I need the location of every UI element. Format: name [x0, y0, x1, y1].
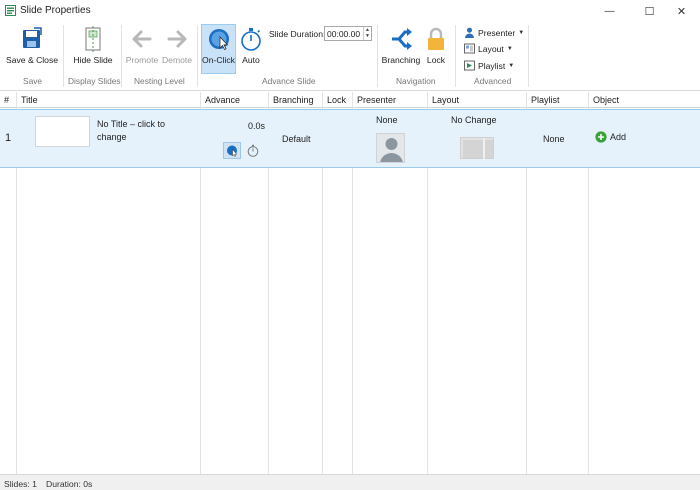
auto-label: Auto	[242, 55, 260, 65]
stopwatch-icon	[241, 28, 261, 51]
column-header-branching[interactable]: Branching	[273, 95, 314, 105]
add-object-button[interactable]: Add	[595, 131, 626, 143]
plus-circle-icon	[595, 131, 607, 143]
close-button[interactable]: ✕	[659, 0, 700, 22]
playlist-dropdown[interactable]: Playlist ▼	[464, 60, 514, 71]
layout-label: Layout	[478, 43, 504, 54]
group-label-display-slides: Display Slides	[68, 76, 121, 86]
promote-button[interactable]: Promote	[126, 26, 158, 65]
maximize-icon: ☐	[644, 5, 655, 18]
arrow-right-icon	[167, 30, 187, 48]
divider	[377, 25, 378, 87]
column-header-object[interactable]: Object	[593, 95, 619, 105]
slide-properties-icon	[5, 5, 16, 16]
slide-title[interactable]: No Title – click to change	[97, 118, 187, 144]
divider	[455, 25, 456, 87]
group-label-nesting-level: Nesting Level	[134, 76, 185, 86]
save-icon	[23, 27, 42, 48]
hide-slide-label: Hide Slide	[73, 55, 113, 65]
minimize-button[interactable]: —	[587, 0, 632, 22]
save-close-label: Save & Close	[5, 55, 59, 65]
minimize-icon: —	[604, 5, 615, 17]
group-label-save: Save	[23, 76, 43, 86]
hide-slide-button[interactable]: Hide Slide	[71, 26, 115, 65]
slides-count: Slides: 1	[4, 479, 37, 489]
advance-auto-toggle[interactable]	[246, 143, 260, 158]
chevron-down-icon: ▼	[506, 45, 513, 52]
chevron-down-icon: ▼	[518, 29, 525, 36]
status-bar: Slides: 1 Duration: 0s	[0, 474, 700, 490]
column-header-layout[interactable]: Layout	[432, 95, 459, 105]
group-label-advanced: Advanced	[474, 76, 512, 86]
on-click-label: On-Click	[202, 55, 235, 65]
branching-value[interactable]: Default	[282, 134, 311, 144]
advance-value: 0.0s	[248, 121, 266, 131]
demote-button[interactable]: Demote	[161, 26, 193, 65]
column-header-playlist[interactable]: Playlist	[531, 95, 560, 105]
layout-value[interactable]: No Change	[451, 115, 497, 125]
row-number: 1	[5, 132, 12, 144]
layout-preview[interactable]	[460, 137, 494, 160]
divider	[528, 25, 529, 87]
group-label-advance-slide: Advance Slide	[262, 76, 316, 86]
grid-header: # Title Advance Branching Lock Presenter…	[0, 92, 700, 108]
lock-label: Lock	[426, 55, 446, 65]
column-header-lock[interactable]: Lock	[327, 95, 346, 105]
column-header-presenter[interactable]: Presenter	[357, 95, 396, 105]
slide-duration-spinner[interactable]: ▲ ▼	[363, 27, 371, 40]
promote-label: Promote	[125, 55, 159, 65]
presenter-dropdown[interactable]: Presenter ▼	[464, 27, 524, 38]
layout-placeholder-icon	[463, 138, 493, 160]
group-label-navigation: Navigation	[396, 76, 436, 86]
slide-properties-window: Slide Properties — ☐ ✕ Save & Close Save	[0, 0, 700, 490]
playlist-icon	[464, 60, 475, 71]
add-object-label: Add	[610, 132, 627, 142]
close-icon: ✕	[676, 5, 687, 18]
title-bar: Slide Properties — ☐ ✕	[0, 0, 700, 22]
slide-duration-input[interactable]: 00:00.00 ▲ ▼	[324, 26, 372, 41]
layout-icon	[464, 43, 475, 54]
arrow-left-icon	[132, 30, 152, 48]
on-click-button[interactable]: On-Click	[201, 26, 236, 65]
branching-label: Branching	[381, 55, 421, 65]
branching-icon	[392, 28, 412, 50]
slide-duration-value: 00:00.00	[327, 29, 361, 39]
save-close-button[interactable]: Save & Close	[6, 26, 58, 65]
presenter-label: Presenter	[478, 27, 516, 38]
lock-button[interactable]: Lock	[424, 26, 448, 65]
person-icon	[465, 27, 474, 38]
person-placeholder-icon	[380, 138, 403, 162]
advance-on-click-toggle[interactable]	[223, 142, 241, 159]
total-duration: Duration: 0s	[46, 479, 93, 489]
mouse-click-icon	[208, 29, 229, 51]
chevron-down-icon: ▼	[508, 62, 515, 69]
auto-button[interactable]: Auto	[238, 26, 264, 65]
playlist-value[interactable]: None	[543, 134, 565, 144]
slide-duration-label: Slide Duration:	[269, 29, 326, 39]
column-header-advance[interactable]: Advance	[205, 95, 240, 105]
column-header-title[interactable]: Title	[21, 95, 38, 105]
demote-label: Demote	[161, 55, 193, 65]
column-header-number[interactable]: #	[4, 95, 9, 105]
spinner-down-icon[interactable]: ▼	[364, 33, 371, 39]
ribbon: Save & Close Save Hide Slide Display Sli…	[0, 22, 700, 91]
stopwatch-icon	[247, 144, 259, 157]
presenter-avatar[interactable]	[376, 133, 405, 163]
window-title: Slide Properties	[20, 5, 91, 16]
divider	[63, 25, 64, 87]
divider	[121, 25, 122, 87]
hide-slide-icon	[85, 26, 101, 52]
branching-button[interactable]: Branching	[380, 26, 422, 65]
slide-thumbnail[interactable]	[35, 116, 90, 147]
mouse-click-icon	[227, 145, 238, 157]
presenter-value[interactable]: None	[376, 115, 398, 125]
layout-dropdown[interactable]: Layout ▼	[464, 43, 513, 54]
divider	[197, 25, 198, 87]
lock-icon	[428, 27, 444, 50]
playlist-label: Playlist	[478, 60, 506, 71]
